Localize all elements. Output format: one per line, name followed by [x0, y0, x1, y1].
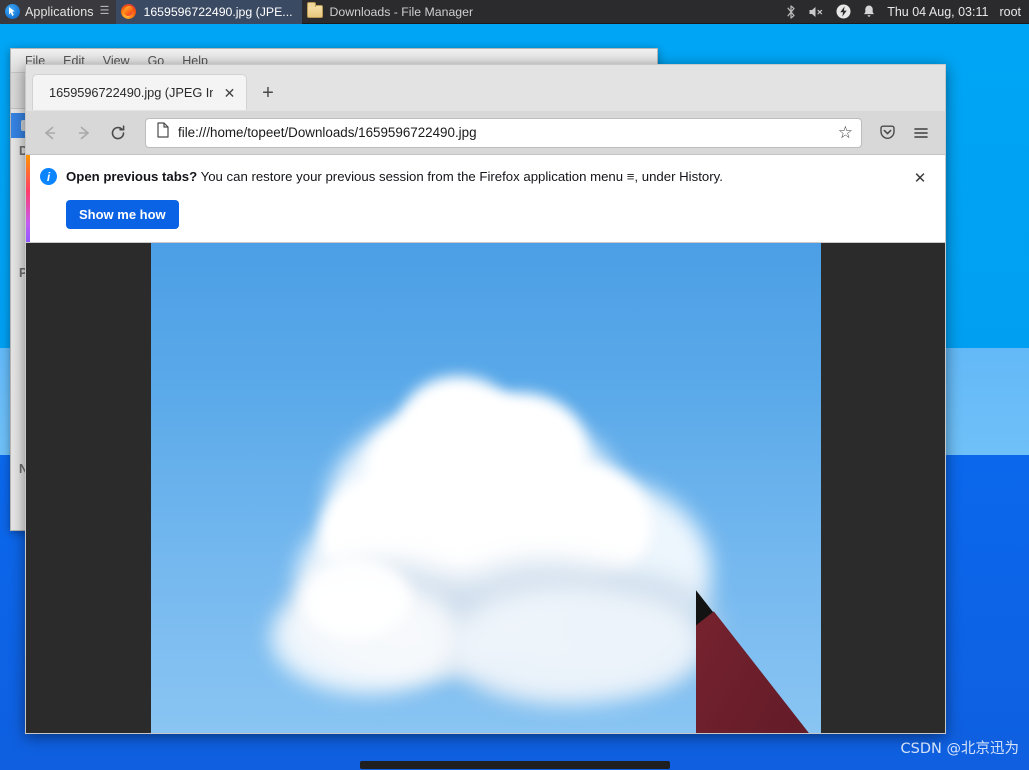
info-icon: i	[40, 168, 57, 185]
reload-icon[interactable]	[103, 118, 133, 148]
bookmark-star-icon[interactable]: ☆	[838, 124, 853, 141]
applications-label: Applications	[25, 4, 94, 19]
image-viewer-content[interactable]	[26, 243, 945, 733]
volume-muted-icon[interactable]	[808, 5, 825, 19]
firefox-tabstrip: 1659596722490.jpg (JPEG Im... ✕ +	[26, 65, 945, 111]
applications-icon	[5, 4, 20, 19]
new-tab-button[interactable]: +	[253, 76, 283, 110]
clock[interactable]: Thu 04 Aug, 03:11	[887, 5, 988, 19]
browser-tab[interactable]: 1659596722490.jpg (JPEG Im... ✕	[32, 74, 247, 110]
power-icon[interactable]	[836, 4, 851, 19]
document-icon	[156, 122, 170, 143]
window-task-list: 1659596722490.jpg (JPE... Downloads - Fi…	[116, 0, 482, 24]
firefox-icon	[121, 4, 137, 19]
url-text[interactable]: file:///home/topeet/Downloads/1659596722…	[178, 125, 830, 140]
hamburger-menu-icon[interactable]	[906, 118, 936, 148]
user-label[interactable]: root	[999, 5, 1021, 19]
watermark: CSDN @北京迅为	[900, 741, 1019, 757]
top-panel: Applications ☰ 1659596722490.jpg (JPE...…	[0, 0, 1029, 24]
taskbar-item-label: 1659596722490.jpg (JPE...	[143, 4, 293, 19]
applications-menu-button[interactable]: Applications ☰	[0, 0, 117, 24]
notification-text: Open previous tabs? You can restore your…	[66, 167, 723, 186]
bottom-dock[interactable]	[360, 761, 670, 769]
back-arrow-icon[interactable]	[35, 118, 65, 148]
bluetooth-icon[interactable]	[785, 4, 797, 20]
pocket-icon[interactable]	[872, 118, 902, 148]
menu-glyph-icon: ☰	[99, 5, 110, 17]
taskbar-item-firefox[interactable]: 1659596722490.jpg (JPE...	[116, 0, 302, 24]
taskbar-item-label: Downloads - File Manager	[329, 4, 474, 19]
close-icon[interactable]: ✕	[221, 84, 238, 101]
bell-icon[interactable]	[862, 4, 876, 19]
close-icon[interactable]: ✕	[909, 167, 931, 189]
tab-title: 1659596722490.jpg (JPEG Im...	[49, 85, 213, 100]
url-bar[interactable]: file:///home/topeet/Downloads/1659596722…	[145, 117, 862, 148]
firefox-window[interactable]: 1659596722490.jpg (JPEG Im... ✕ + file:/…	[25, 64, 946, 734]
folder-icon	[306, 2, 323, 18]
photo-image[interactable]	[151, 243, 821, 733]
system-tray: Thu 04 Aug, 03:11 root	[785, 4, 1029, 20]
roofline	[696, 553, 821, 733]
firefox-navbar: file:///home/topeet/Downloads/1659596722…	[26, 111, 945, 155]
taskbar-item-file-manager[interactable]: Downloads - File Manager	[302, 0, 483, 24]
screen: File Edit View Go Help Wastebasket Docum…	[0, 0, 1029, 770]
session-restore-notification: i Open previous tabs? You can restore yo…	[26, 155, 945, 243]
forward-arrow-icon[interactable]	[69, 118, 99, 148]
show-me-how-button[interactable]: Show me how	[66, 200, 179, 229]
notification-headline: Open previous tabs?	[66, 169, 198, 184]
notification-body: You can restore your previous session fr…	[200, 169, 723, 184]
